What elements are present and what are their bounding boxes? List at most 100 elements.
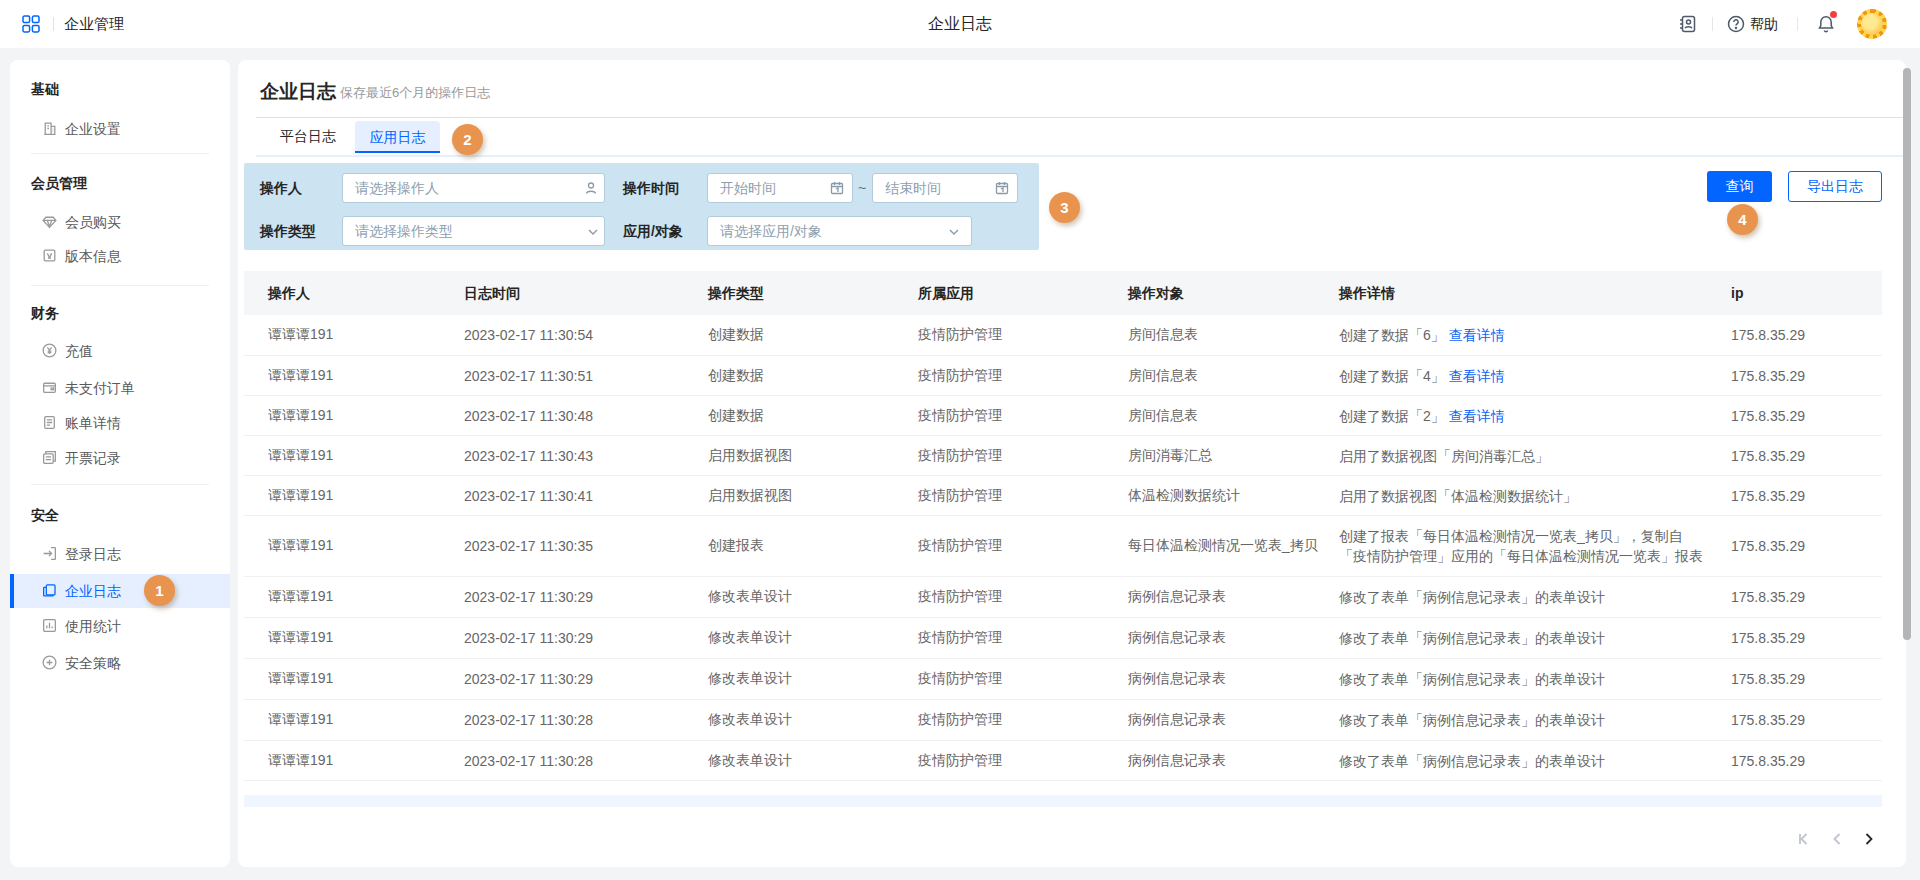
cell-type: 修改表单设计 <box>708 711 792 729</box>
sidebar-item-recharge[interactable]: 充值 <box>10 334 230 368</box>
member-purchase-icon <box>41 213 58 230</box>
sidebar-item-label: 开票记录 <box>65 441 121 475</box>
view-details-link[interactable]: 查看详情 <box>1449 408 1505 424</box>
sidebar-item-login-log[interactable]: 登录日志 <box>10 537 230 571</box>
user-avatar[interactable] <box>1857 9 1887 39</box>
table-row[interactable]: 谭谭谭1912023-02-17 11:30:28修改表单设计疫情防护管理病例信… <box>244 741 1882 781</box>
cell-detail: 启用了数据视图「房间消毒汇总」 <box>1339 446 1704 466</box>
chevron-down-icon <box>585 224 601 240</box>
help-label[interactable]: 帮助 <box>1750 0 1778 48</box>
cell-object: 每日体温检测情况一览表_拷贝 <box>1128 537 1318 555</box>
table-row[interactable]: 谭谭谭1912023-02-17 11:30:48创建数据疫情防护管理房间信息表… <box>244 396 1882 436</box>
pagination-first-icon[interactable] <box>1790 826 1816 852</box>
sidebar-item-label: 账单详情 <box>65 406 121 440</box>
column-header-object: 操作对象 <box>1128 271 1184 315</box>
cell-operator: 谭谭谭191 <box>268 588 333 606</box>
cell-ip: 175.8.35.29 <box>1731 671 1805 687</box>
sidebar-item-security-policy[interactable]: 安全策略 <box>10 646 230 680</box>
sidebar-divider <box>31 153 209 154</box>
tab-application-log[interactable]: 应用日志 <box>355 121 440 153</box>
range-separator: ~ <box>856 173 868 203</box>
sidebar-section-header: 会员管理 <box>31 173 87 193</box>
sidebar-item-invoice-records[interactable]: 开票记录 <box>10 441 230 475</box>
cell-object: 病例信息记录表 <box>1128 629 1226 647</box>
type-select[interactable]: 请选择操作类型 <box>342 216 605 246</box>
view-details-link[interactable]: 查看详情 <box>1449 368 1505 384</box>
topbar-page-title: 企业日志 <box>0 0 1920 48</box>
cell-app: 疫情防护管理 <box>918 487 1002 505</box>
sidebar-item-member-purchase[interactable]: 会员购买 <box>10 205 230 239</box>
column-header-detail: 操作详情 <box>1339 271 1395 315</box>
cell-ip: 175.8.35.29 <box>1731 327 1805 343</box>
top-bar: 企业管理 企业日志 帮助 <box>0 0 1920 48</box>
table-row[interactable]: 谭谭谭1912023-02-17 11:30:35创建报表疫情防护管理每日体温检… <box>244 516 1882 577</box>
sidebar-item-label: 会员购买 <box>65 205 121 239</box>
step-badge-3: 3 <box>1049 192 1080 223</box>
cell-object: 体温检测数据统计 <box>1128 487 1240 505</box>
person-icon <box>583 180 599 196</box>
sidebar-item-version-info[interactable]: 版本信息 <box>10 239 230 273</box>
column-header-app: 所属应用 <box>918 271 974 315</box>
cell-type: 修改表单设计 <box>708 588 792 606</box>
cell-object: 房间信息表 <box>1128 326 1198 344</box>
sidebar-item-label: 企业设置 <box>65 112 121 146</box>
sidebar-item-unpaid-orders[interactable]: 未支付订单 <box>10 371 230 405</box>
table-row[interactable]: 谭谭谭1912023-02-17 11:30:29修改表单设计疫情防护管理病例信… <box>244 577 1882 618</box>
enterprise-log-icon <box>41 582 58 599</box>
sidebar: 基础企业设置会员管理会员购买版本信息财务充值未支付订单账单详情开票记录安全登录日… <box>10 60 230 867</box>
cell-app: 疫情防护管理 <box>918 447 1002 465</box>
sidebar-item-label: 使用统计 <box>65 609 121 643</box>
tabs-bottom-border <box>256 155 1903 157</box>
vertical-scrollbar[interactable] <box>1903 68 1911 640</box>
pagination-next-icon[interactable] <box>1856 826 1882 852</box>
cell-operator: 谭谭谭191 <box>268 537 333 555</box>
sidebar-item-label: 未支付订单 <box>65 371 135 405</box>
table-row[interactable]: 谭谭谭1912023-02-17 11:30:28修改表单设计疫情防护管理病例信… <box>244 700 1882 741</box>
query-button[interactable]: 查询 <box>1707 171 1772 202</box>
log-table: 操作人日志时间操作类型所属应用操作对象操作详情ip 谭谭谭1912023-02-… <box>244 271 1882 781</box>
cell-operator: 谭谭谭191 <box>268 670 333 688</box>
app-object-select[interactable]: 请选择应用/对象 <box>707 216 972 246</box>
cell-operator: 谭谭谭191 <box>268 487 333 505</box>
cell-type: 创建数据 <box>708 326 764 344</box>
table-row[interactable]: 谭谭谭1912023-02-17 11:30:29修改表单设计疫情防护管理病例信… <box>244 618 1882 659</box>
security-policy-icon <box>41 654 58 671</box>
view-details-link[interactable]: 查看详情 <box>1449 327 1505 343</box>
table-row[interactable]: 谭谭谭1912023-02-17 11:30:29修改表单设计疫情防护管理病例信… <box>244 659 1882 700</box>
table-row[interactable]: 谭谭谭1912023-02-17 11:30:54创建数据疫情防护管理房间信息表… <box>244 315 1882 356</box>
calendar-icon <box>994 180 1010 196</box>
tab-platform-log[interactable]: 平台日志 <box>280 118 336 154</box>
type-label: 操作类型 <box>260 216 316 246</box>
cell-ip: 175.8.35.29 <box>1731 368 1805 384</box>
cell-type: 创建数据 <box>708 367 764 385</box>
version-info-icon <box>41 247 58 264</box>
operator-input[interactable]: 请选择操作人 <box>342 173 605 203</box>
sidebar-item-company-settings[interactable]: 企业设置 <box>10 112 230 146</box>
cell-operator: 谭谭谭191 <box>268 326 333 344</box>
pagination-prev-icon[interactable] <box>1824 826 1850 852</box>
sidebar-item-usage-stats[interactable]: 使用统计 <box>10 609 230 643</box>
cell-app: 疫情防护管理 <box>918 670 1002 688</box>
cell-detail: 修改了表单「病例信息记录表」的表单设计 <box>1339 587 1704 607</box>
cell-object: 病例信息记录表 <box>1128 588 1226 606</box>
partially-visible-row <box>244 795 1882 807</box>
content-title: 企业日志 <box>260 79 336 105</box>
help-icon[interactable] <box>1727 15 1745 33</box>
cell-app: 疫情防护管理 <box>918 711 1002 729</box>
table-row[interactable]: 谭谭谭1912023-02-17 11:30:43启用数据视图疫情防护管理房间消… <box>244 436 1882 476</box>
table-header-row: 操作人日志时间操作类型所属应用操作对象操作详情ip <box>244 271 1882 315</box>
cell-time: 2023-02-17 11:30:41 <box>464 488 593 504</box>
cell-detail: 创建了数据「2」 查看详情 <box>1339 406 1704 426</box>
step-badge-1: 1 <box>144 575 175 606</box>
cell-operator: 谭谭谭191 <box>268 367 333 385</box>
cell-ip: 175.8.35.29 <box>1731 753 1805 769</box>
topbar-separator <box>1712 17 1713 31</box>
contacts-icon[interactable] <box>1678 14 1698 34</box>
sidebar-item-bill-details[interactable]: 账单详情 <box>10 406 230 440</box>
export-log-button[interactable]: 导出日志 <box>1788 171 1882 202</box>
column-header-operator: 操作人 <box>268 271 310 315</box>
cell-operator: 谭谭谭191 <box>268 752 333 770</box>
sidebar-item-enterprise-log[interactable]: 企业日志 <box>10 574 230 608</box>
table-row[interactable]: 谭谭谭1912023-02-17 11:30:51创建数据疫情防护管理房间信息表… <box>244 356 1882 396</box>
table-row[interactable]: 谭谭谭1912023-02-17 11:30:41启用数据视图疫情防护管理体温检… <box>244 476 1882 516</box>
